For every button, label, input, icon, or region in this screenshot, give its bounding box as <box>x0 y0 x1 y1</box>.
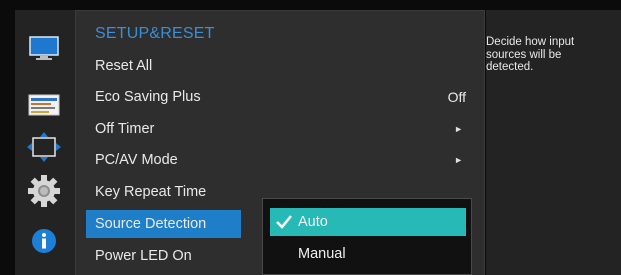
menu-item-label: Eco Saving Plus <box>95 89 201 105</box>
source-detection-submenu: Auto Manual <box>262 198 472 275</box>
category-rail <box>15 10 75 275</box>
chevron-right-icon: ► <box>454 155 463 165</box>
menu-item-label: Reset All <box>95 58 153 74</box>
menu-item-label: Source Detection <box>95 216 207 232</box>
menu-item-reset-all[interactable]: Reset All <box>86 52 476 80</box>
submenu-option-auto[interactable]: Auto <box>270 208 466 236</box>
help-text: Decide how input sources will be detecte… <box>486 36 575 73</box>
help-panel: Decide how input sources will be detecte… <box>486 10 621 275</box>
onscreen-display-icon[interactable] <box>27 90 61 120</box>
checkmark-icon <box>276 215 292 229</box>
info-icon[interactable] <box>27 226 61 256</box>
menu-item-label: Power LED On <box>95 248 192 264</box>
submenu-option-label: Manual <box>298 246 346 262</box>
menu-item-off-timer[interactable]: Off Timer ► <box>86 115 476 143</box>
picture-icon[interactable] <box>27 34 61 64</box>
position-arrows-icon[interactable] <box>27 132 61 162</box>
menu-title: SETUP&RESET <box>95 25 215 42</box>
gear-icon[interactable] <box>27 175 61 207</box>
menu-item-pc-av-mode[interactable]: PC/AV Mode ► <box>86 146 476 174</box>
menu-item-eco-saving-plus[interactable]: Eco Saving Plus Off <box>86 83 476 111</box>
menu-item-label: PC/AV Mode <box>95 152 178 168</box>
submenu-option-label: Auto <box>298 214 328 230</box>
monitor-osd-screen: SETUP&RESET Reset All Eco Saving Plus Of… <box>0 0 621 275</box>
menu-item-label: Key Repeat Time <box>95 184 207 200</box>
menu-item-label: Off Timer <box>95 121 155 137</box>
menu-item-value: Off <box>447 89 466 105</box>
chevron-right-icon: ► <box>454 124 463 134</box>
menu-item-source-detection[interactable]: Source Detection <box>86 210 241 238</box>
submenu-option-manual[interactable]: Manual <box>270 240 466 268</box>
